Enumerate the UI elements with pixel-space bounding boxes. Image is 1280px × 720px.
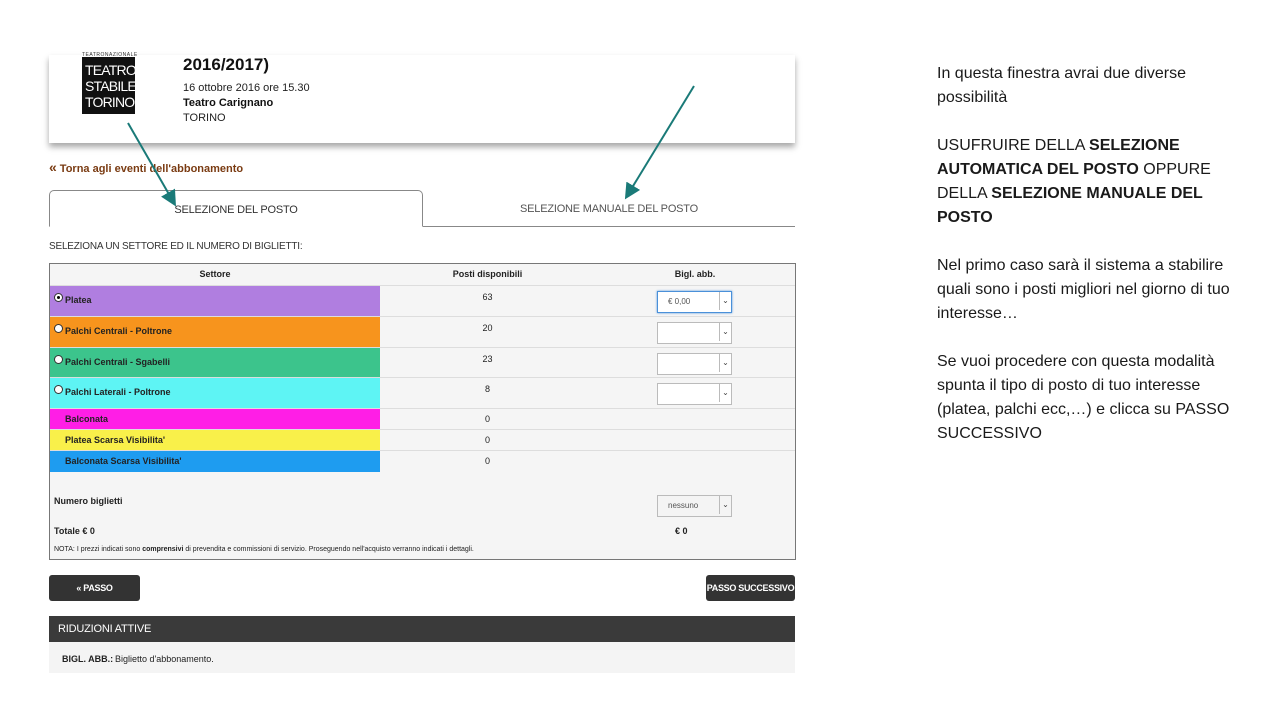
riduzioni-body: BIGL. ABB.: Biglietto d'abbonamento. [49,642,795,673]
logo-line-2: STABILE [85,78,137,94]
back-to-events-link[interactable]: «Torna agli eventi dell'abbonamento [49,159,243,175]
tab-manual-selection[interactable]: SELEZIONE MANUALE DEL POSTO [423,190,795,225]
posti-disponibili: 8 [484,384,490,394]
back-link-label: Torna agli eventi dell'abbonamento [59,163,244,175]
posti-disponibili: 0 [484,414,490,424]
section-instruction-label: SELEZIONA UN SETTORE ED IL NUMERO DI BIG… [49,241,303,252]
posti-disponibili: 20 [482,323,493,333]
table-row: Platea 63 € 0,00 ⌄ [50,285,795,317]
chevron-down-icon: ⌄ [719,323,731,341]
note-bold: comprensivi [142,546,184,553]
instructions-panel: In questa finestra avrai due diverse pos… [937,62,1237,470]
sector-cell: Palchi Centrali - Sgabelli [50,348,380,378]
sector-name: Balconata [65,414,109,424]
logo-line-1: TEATRO [85,62,137,78]
sector-table: Settore Posti disponibili Bigl. abb. Pla… [49,263,796,560]
note-suffix: di prevendita e commissioni di servizio.… [183,546,474,553]
table-row: Balconata 0 [50,408,795,430]
column-header-settore: Settore [199,269,231,279]
note-prefix: NOTA: I prezzi indicati sono [54,546,143,553]
table-row: Palchi Laterali - Poltrone 8 ⌄ [50,377,795,409]
next-step-button[interactable]: PASSO SUCCESSIVO » [706,575,795,620]
table-row: Palchi Centrali - Poltrone 20 ⌄ [50,316,795,348]
event-city: TORINO [183,112,226,124]
instruction-p1: In questa finestra avrai due diverse pos… [937,65,1187,106]
bigl-abb-value: € 0,00 [668,297,691,306]
tab-automatic-selection[interactable]: SELEZIONE DEL POSTO [49,190,423,227]
bigl-abb-select[interactable]: ⌄ [657,322,732,344]
price-note: NOTA: I prezzi indicati sono comprensivi… [54,546,474,553]
seat-selection-tabs: SELEZIONE DEL POSTO SELEZIONE MANUALE DE… [49,190,795,227]
sector-name: Palchi Centrali - Sgabelli [65,357,171,367]
column-header-bigl: Bigl. abb. [674,269,716,279]
sector-cell: Platea Scarsa Visibilita' [50,430,380,451]
chevron-down-icon: ⌄ [719,354,731,372]
instruction-p3: Nel primo caso sarà il sistema a stabili… [937,257,1230,322]
column-header-posti: Posti disponibili [452,269,523,279]
riduzioni-header: RIDUZIONI ATTIVE [49,616,795,642]
chevron-down-icon: ⌄ [719,384,731,402]
total-value: € 0 [675,526,688,536]
total-label: Totale € 0 [54,526,95,536]
event-venue: Teatro Carignano [183,97,274,109]
sector-radio[interactable] [54,324,63,333]
sector-radio[interactable] [54,293,63,302]
table-row: Balconata Scarsa Visibilita' 0 [50,450,795,472]
instruction-p2: USUFRUIRE DELLA SELEZIONE AUTOMATICA DEL… [937,134,1237,230]
sector-name: Platea Scarsa Visibilita' [65,435,166,445]
posti-disponibili: 63 [482,292,493,302]
chevron-down-icon: ⌄ [719,292,731,310]
sector-name: Balconata Scarsa Visibilita' [65,456,182,466]
riduzione-value: Biglietto d'abbonamento. [115,654,214,664]
double-chevron-left-icon: « [49,159,57,175]
sector-name: Platea [65,295,92,305]
sector-radio[interactable] [54,355,63,364]
sector-cell: Palchi Laterali - Poltrone [50,378,380,409]
riduzione-key: BIGL. ABB.: [62,654,114,664]
instruction-p4: Se vuoi procedere con questa modalità sp… [937,353,1230,442]
previous-step-button[interactable]: « PASSO PRECEDENTE [49,575,140,620]
sector-name: Palchi Centrali - Poltrone [65,326,173,336]
bigl-abb-select[interactable]: ⌄ [657,383,732,405]
logo-small-text: TEATRONAZIONALE [82,52,138,58]
table-row: Platea Scarsa Visibilita' 0 [50,429,795,451]
table-row: Palchi Centrali - Sgabelli 23 ⌄ [50,347,795,378]
sector-cell: Platea [50,286,380,317]
logo-line-3: TORINO [85,94,135,110]
posti-disponibili: 0 [484,435,490,445]
numero-biglietti-label: Numero biglietti [54,496,123,506]
event-title: 2016/2017) [183,55,270,74]
sector-name: Palchi Laterali - Poltrone [65,387,171,397]
sector-radio[interactable] [54,385,63,394]
teatro-stabile-logo: TEATRONAZIONALE TEATRO STABILE TORINO [82,52,137,114]
sector-cell: Balconata Scarsa Visibilita' [50,451,380,472]
p2-plain-1: USUFRUIRE DELLA [937,137,1090,154]
posti-disponibili: 0 [484,456,490,466]
event-header-card: TEATRONAZIONALE TEATRO STABILE TORINO 20… [49,52,795,143]
sector-cell: Palchi Centrali - Poltrone [50,317,380,348]
chevron-down-icon: ⌄ [719,496,731,514]
sector-cell: Balconata [50,409,380,430]
numero-biglietti-select[interactable]: nessuno ⌄ [657,495,732,517]
bigl-abb-select[interactable]: ⌄ [657,353,732,375]
posti-disponibili: 23 [482,354,493,364]
numero-biglietti-value: nessuno [668,501,699,510]
event-date: 16 ottobre 2016 ore 15.30 [183,82,310,94]
bigl-abb-select[interactable]: € 0,00 ⌄ [657,291,732,313]
riduzioni-title: RIDUZIONI ATTIVE [58,623,152,635]
